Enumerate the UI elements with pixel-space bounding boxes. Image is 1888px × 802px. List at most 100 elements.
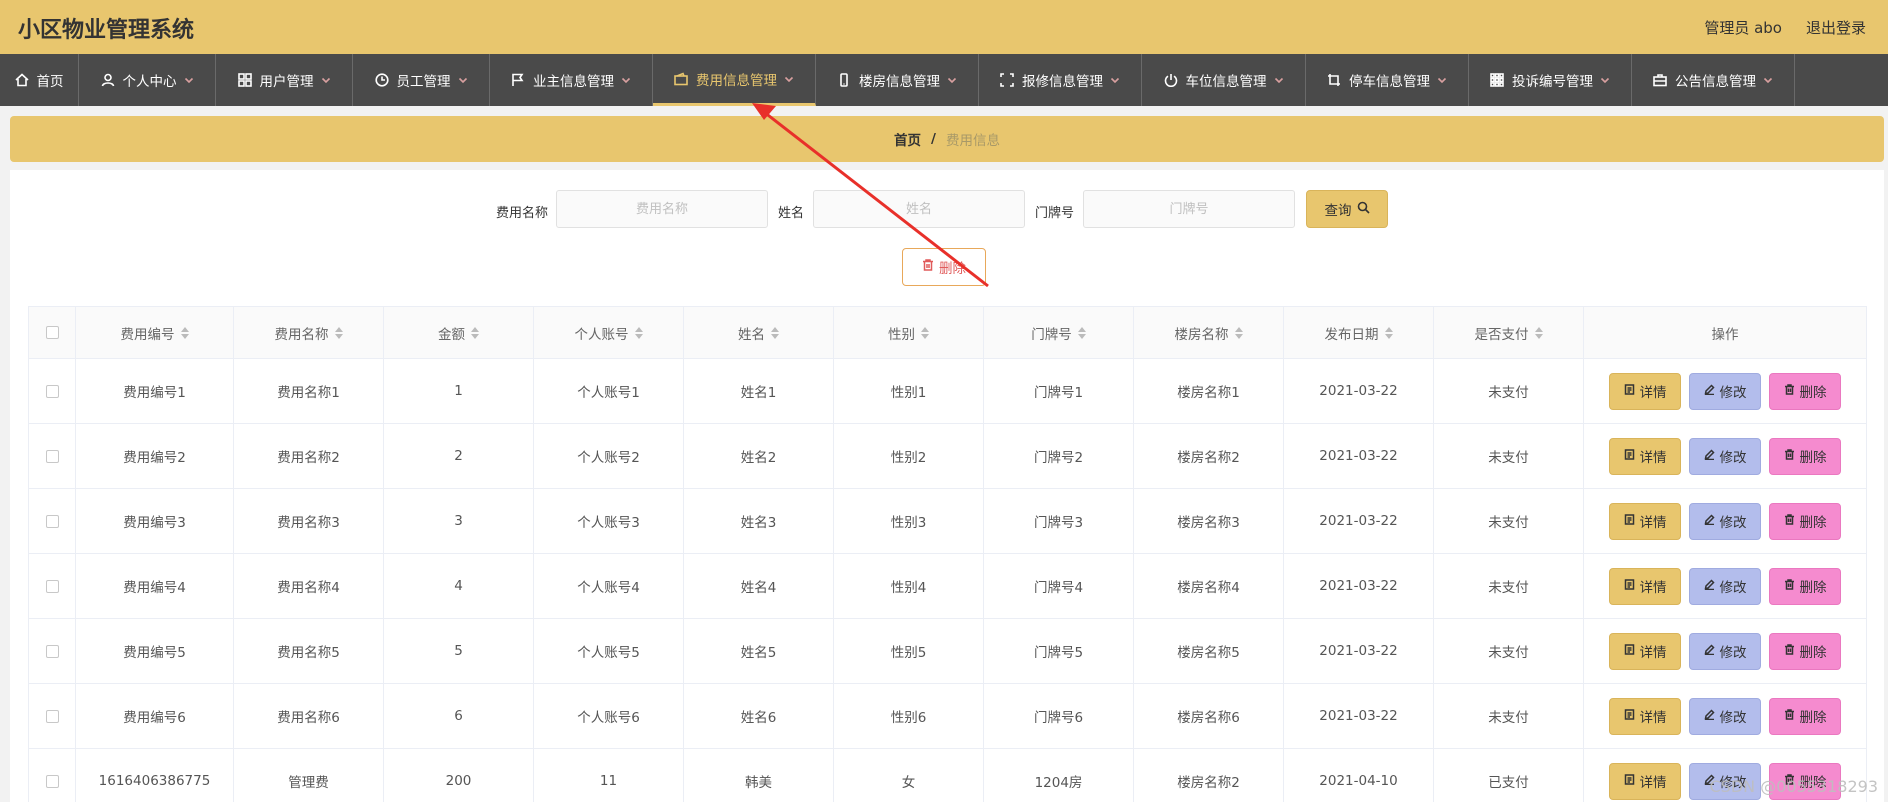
sort-icon[interactable] — [634, 326, 643, 343]
table-cell: 费用名称1 — [233, 358, 384, 424]
edit-label: 修改 — [1719, 710, 1747, 726]
detail-button[interactable]: 详情 — [1609, 502, 1681, 540]
nav-item-repair-management[interactable]: 报修信息管理 — [979, 54, 1142, 106]
cell-text: 2021-03-22 — [1319, 448, 1398, 464]
edit-button[interactable]: 修改 — [1689, 502, 1761, 540]
cell-text: 个人账号3 — [577, 515, 640, 531]
nav-item-home[interactable]: 首页 — [0, 54, 79, 106]
name-input[interactable] — [813, 190, 1025, 228]
door-number-input[interactable] — [1083, 190, 1295, 228]
detail-button[interactable]: 详情 — [1609, 372, 1681, 410]
detail-button[interactable]: 详情 — [1609, 697, 1681, 735]
column-header[interactable]: 费用编号 — [75, 306, 234, 359]
cell-text: 200 — [445, 773, 472, 789]
sort-icon[interactable] — [1534, 326, 1543, 343]
nav-item-complaint-management[interactable]: 投诉编号管理 — [1469, 54, 1632, 106]
edit-icon — [1704, 773, 1720, 789]
select-all-checkbox[interactable] — [45, 326, 59, 339]
nav-label: 报修信息管理 — [1022, 74, 1103, 90]
nav-item-staff-management[interactable]: 员工管理 — [353, 54, 490, 106]
nav-item-building-management[interactable]: 楼房信息管理 — [816, 54, 979, 106]
row-select-cell — [28, 553, 76, 619]
row-checkbox[interactable] — [45, 644, 59, 658]
column-header[interactable]: 发布日期 — [1283, 306, 1434, 359]
nav-item-user-management[interactable]: 用户管理 — [216, 54, 353, 106]
nav-item-fee-management[interactable]: 费用信息管理 — [653, 54, 816, 106]
column-header[interactable]: 是否支付 — [1433, 306, 1584, 359]
edit-label: 修改 — [1719, 385, 1747, 401]
table-cell: 楼房名称2 — [1133, 748, 1284, 802]
batch-delete-button[interactable]: 删除 — [902, 248, 986, 286]
detail-button[interactable]: 详情 — [1609, 762, 1681, 800]
column-header[interactable]: 金额 — [383, 306, 534, 359]
chevron-down-icon — [458, 75, 468, 85]
fee-name-input[interactable] — [556, 190, 768, 228]
edit-label: 修改 — [1719, 515, 1747, 531]
grid-icon — [237, 73, 252, 87]
nav-label: 车位信息管理 — [1185, 74, 1267, 90]
table-cell: 2021-03-22 — [1283, 618, 1434, 684]
nav-item-parking-management[interactable]: 停车信息管理 — [1306, 54, 1469, 106]
edit-button[interactable]: 修改 — [1689, 437, 1761, 475]
row-checkbox[interactable] — [45, 579, 59, 593]
column-header[interactable]: 门牌号 — [983, 306, 1134, 359]
breadcrumb-home[interactable]: 首页 — [894, 129, 921, 149]
sort-icon[interactable] — [334, 326, 343, 343]
sort-icon[interactable] — [921, 326, 929, 343]
sort-icon[interactable] — [180, 326, 189, 343]
cell-text: 费用编号1 — [123, 385, 186, 401]
table-cell: 姓名1 — [683, 358, 834, 424]
sort-icon[interactable] — [1077, 326, 1086, 343]
edit-button[interactable]: 修改 — [1689, 697, 1761, 735]
detail-button[interactable]: 详情 — [1609, 437, 1681, 475]
cell-text: 5 — [454, 643, 463, 659]
nav-item-parking-space-management[interactable]: 车位信息管理 — [1142, 54, 1306, 106]
cell-text: 姓名1 — [740, 385, 777, 401]
delete-button[interactable]: 删除 — [1769, 762, 1841, 800]
nav-label: 个人中心 — [122, 74, 177, 90]
edit-button[interactable]: 修改 — [1689, 567, 1761, 605]
table-cell: 5 — [383, 618, 534, 684]
row-select-cell — [28, 748, 76, 802]
sort-icon[interactable] — [1384, 326, 1393, 343]
column-header[interactable]: 个人账号 — [533, 306, 684, 359]
delete-button[interactable]: 删除 — [1769, 567, 1841, 605]
column-header-label: 发布日期 — [1324, 326, 1379, 343]
edit-button[interactable]: 修改 — [1689, 372, 1761, 410]
logout-link[interactable]: 退出登录 — [1806, 17, 1866, 38]
cell-text: 楼房名称4 — [1177, 580, 1240, 596]
nav-item-owner-management[interactable]: 业主信息管理 — [490, 54, 653, 106]
detail-button[interactable]: 详情 — [1609, 567, 1681, 605]
delete-button[interactable]: 删除 — [1769, 437, 1841, 475]
column-header[interactable]: 性别 — [833, 306, 984, 359]
row-checkbox[interactable] — [45, 384, 59, 398]
delete-button[interactable]: 删除 — [1769, 372, 1841, 410]
delete-button[interactable]: 删除 — [1769, 697, 1841, 735]
edit-button[interactable]: 修改 — [1689, 762, 1761, 800]
cell-text: 性别6 — [890, 710, 927, 726]
row-checkbox[interactable] — [45, 709, 59, 723]
search-icon — [1352, 201, 1370, 218]
row-checkbox[interactable] — [45, 774, 59, 788]
cell-text: 费用编号2 — [123, 450, 186, 466]
nav-item-personal-center[interactable]: 个人中心 — [79, 54, 216, 106]
cell-text: 未支付 — [1488, 645, 1529, 661]
table-cell: 门牌号3 — [983, 488, 1134, 554]
fee-name-label: 费用名称 — [496, 206, 549, 221]
edit-button[interactable]: 修改 — [1689, 632, 1761, 670]
column-header[interactable]: 费用名称 — [233, 306, 384, 359]
detail-button[interactable]: 详情 — [1609, 632, 1681, 670]
delete-button[interactable]: 删除 — [1769, 502, 1841, 540]
query-button[interactable]: 查询 — [1306, 190, 1388, 228]
column-header[interactable]: 姓名 — [683, 306, 834, 359]
sort-icon[interactable] — [1234, 326, 1243, 343]
cell-text: 2021-03-22 — [1319, 383, 1398, 399]
delete-button[interactable]: 删除 — [1769, 632, 1841, 670]
row-checkbox[interactable] — [45, 449, 59, 463]
sort-icon[interactable] — [771, 326, 779, 343]
sort-icon[interactable] — [471, 326, 479, 343]
column-header[interactable]: 楼房名称 — [1133, 306, 1284, 359]
row-checkbox[interactable] — [45, 514, 59, 528]
nav-item-notice-management[interactable]: 公告信息管理 — [1632, 54, 1795, 106]
table-cell: 2 — [383, 423, 534, 489]
